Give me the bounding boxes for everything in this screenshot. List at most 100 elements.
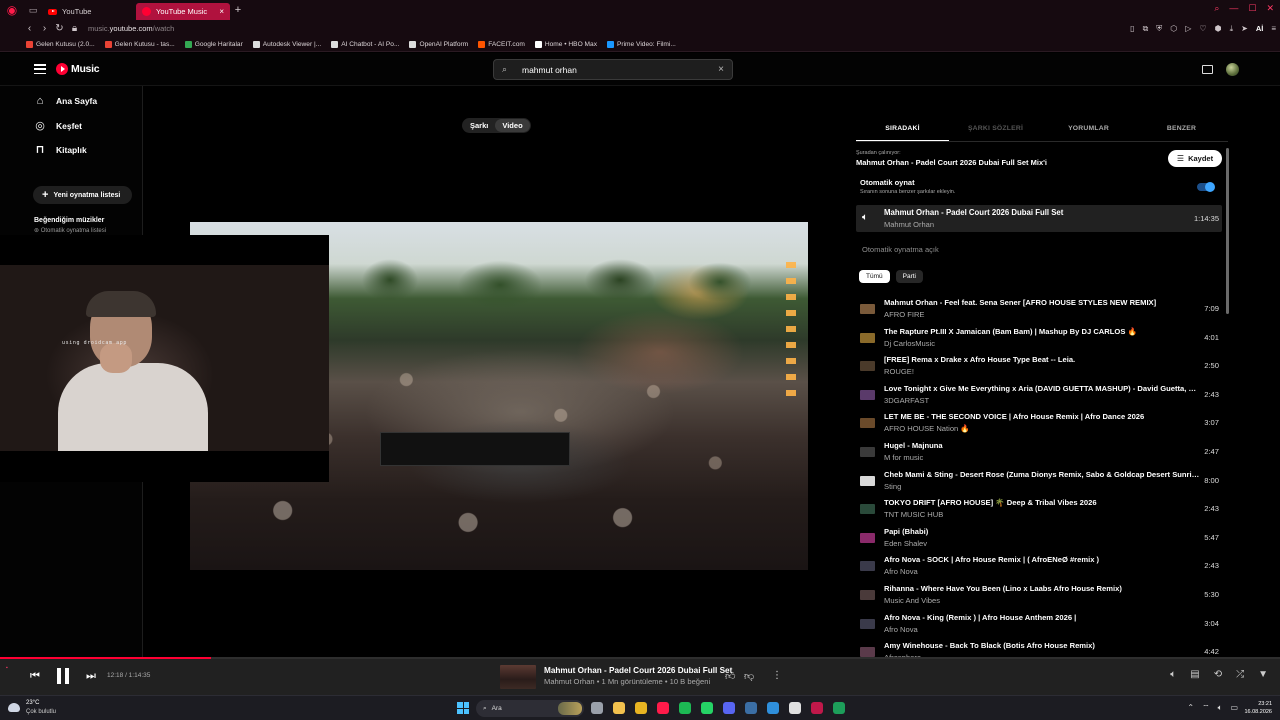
toggle-song[interactable]: Şarkı <box>463 119 495 132</box>
bookmark-item[interactable]: Home • HBO Max <box>534 40 597 48</box>
chrome-icon[interactable] <box>635 702 647 714</box>
reload-icon[interactable]: ↻ <box>52 23 67 34</box>
autoplay-toggle[interactable] <box>1197 181 1215 192</box>
queue-item[interactable]: Afro Nova - SOCK | Afro House Remix | ( … <box>856 553 1222 581</box>
windows-start-icon[interactable] <box>457 702 469 714</box>
spotify-icon[interactable] <box>679 702 691 714</box>
song-video-toggle[interactable]: Şarkı Video <box>462 118 531 133</box>
menu-icon[interactable]: ≡ <box>1271 24 1276 33</box>
tab-youtube-music[interactable]: YouTube Music × <box>136 3 230 20</box>
send-icon[interactable]: ➤ <box>1241 24 1248 33</box>
url-field[interactable]: music.youtube.com/watch <box>88 24 174 33</box>
heart-icon[interactable]: ♡ <box>1199 24 1206 33</box>
search-icon[interactable]: ⌕ <box>502 64 518 75</box>
bookmark-item[interactable]: Google Haritalar <box>184 40 243 48</box>
lock-icon[interactable]: 🔒︎ <box>67 23 82 34</box>
bookmark-item[interactable]: Gelen Kutusu - tas... <box>104 40 175 48</box>
save-button[interactable]: ☰ Kaydet <box>1168 150 1222 167</box>
maximize-icon[interactable]: ☐ <box>1248 3 1256 14</box>
toggle-video[interactable]: Video <box>495 119 530 132</box>
tab-up-next[interactable]: SIRADAKİ <box>856 118 949 141</box>
queue-item[interactable]: Amy Winehouse - Back To Black (Botis Afr… <box>856 639 1222 657</box>
tab-related[interactable]: BENZER <box>1135 118 1228 141</box>
close-tab-icon[interactable]: × <box>219 7 224 16</box>
battery-icon[interactable]: ▭ <box>1230 703 1238 713</box>
opera-logo-icon[interactable]: ◉ <box>0 0 24 20</box>
cast-icon[interactable] <box>1202 65 1213 74</box>
cube-icon[interactable]: ⬢ <box>1215 24 1222 33</box>
search-tabs-icon[interactable]: ⌕ <box>1214 3 1219 14</box>
liked-songs-title[interactable]: Beğendiğim müzikler <box>34 217 104 224</box>
chip-all[interactable]: Tümü <box>859 270 890 283</box>
bookmark-item[interactable]: Gelen Kutusu (2.0... <box>26 40 95 48</box>
minimize-icon[interactable]: — <box>1229 3 1238 14</box>
ai-button[interactable]: Aİ <box>1256 24 1264 33</box>
queue-item[interactable]: Cheb Mami & Sting - Desert Rose (Zuma Di… <box>856 468 1222 496</box>
thumbs-up-icon[interactable]: 👍︎ <box>725 670 735 682</box>
queue-item[interactable]: Mahmut Orhan - Feel feat. Sena Sener [AF… <box>856 296 1222 324</box>
queue-item[interactable]: Afro Nova - King (Remix ) | Afro House A… <box>856 611 1222 639</box>
queue-item[interactable]: LET ME BE - THE SECOND VOICE | Afro Hous… <box>856 410 1222 438</box>
back-icon[interactable]: ‹ <box>22 23 37 34</box>
ytm-logo[interactable]: Music <box>56 63 100 75</box>
file-explorer-icon[interactable] <box>613 702 625 714</box>
excel-icon[interactable] <box>833 702 845 714</box>
chip-party[interactable]: Parti <box>895 270 923 283</box>
queue-item[interactable]: The Rapture Pt.III X Jamaican (Bam Bam) … <box>856 325 1222 353</box>
avatar[interactable] <box>1226 63 1239 76</box>
cloud-icon[interactable] <box>8 703 20 712</box>
hamburger-menu-icon[interactable] <box>34 64 46 74</box>
current-track-thumbnail[interactable] <box>500 665 536 689</box>
shield-icon[interactable]: ⛨ <box>1156 24 1162 34</box>
taskbar-clock[interactable]: 23:21 16.08.2026 <box>1244 700 1272 716</box>
snapshot-icon[interactable]: ⧉ <box>1143 24 1149 34</box>
speaker-icon[interactable]: 🔈︎ <box>1218 703 1223 713</box>
previous-icon[interactable]: ⏮︎ <box>30 670 40 683</box>
thumbs-down-icon[interactable]: 👎︎ <box>744 670 754 682</box>
playing-from-title[interactable]: Mahmut Orhan - Padel Court 2026 Dubai Fu… <box>856 158 1047 167</box>
expand-player-icon[interactable]: ▼ <box>1258 669 1268 680</box>
shuffle-icon[interactable]: ⤮ <box>1236 669 1244 680</box>
next-icon[interactable]: ⏭︎ <box>86 670 96 683</box>
play-icon[interactable]: ▷ <box>1185 24 1191 33</box>
captions-icon[interactable]: ▤ <box>1190 669 1199 680</box>
extensions-icon[interactable]: ⬡ <box>1170 24 1177 33</box>
opera-icon[interactable] <box>657 702 669 714</box>
weather-temperature[interactable]: 23°C <box>26 700 39 706</box>
bookmark-item[interactable]: Prime Video: Filmi... <box>607 40 676 48</box>
queue-scrollbar[interactable] <box>1226 148 1229 314</box>
search-box[interactable]: ⌕ × <box>493 59 733 80</box>
repeat-icon[interactable]: ⟲ <box>1214 669 1222 680</box>
current-track-title[interactable]: Mahmut Orhan - Padel Court 2026 Dubai Fu… <box>544 666 732 675</box>
current-track-subtitle[interactable]: Mahmut Orhan • 1 Mn görüntüleme • 10 B b… <box>544 677 710 686</box>
new-tab-button[interactable]: + <box>230 4 246 16</box>
bookmark-item[interactable]: OpenAI Platform <box>409 40 468 48</box>
sidebar-item-library[interactable]: ⊓ Kitaplık <box>34 143 87 156</box>
steam-icon[interactable] <box>745 702 757 714</box>
tab-youtube[interactable]: YouTube <box>42 3 136 20</box>
bookmark-item[interactable]: FACEIT.com <box>478 40 525 48</box>
opera-gx-icon[interactable] <box>811 702 823 714</box>
pause-icon[interactable] <box>56 668 70 684</box>
wallet-icon[interactable]: ▯ <box>1130 24 1134 33</box>
search-input[interactable] <box>522 64 719 75</box>
download-icon[interactable]: ⤓ <box>1230 24 1234 34</box>
sidebar-item-home[interactable]: ⌂ Ana Sayfa <box>34 95 97 107</box>
whatsapp-icon[interactable] <box>701 702 713 714</box>
new-playlist-button[interactable]: + Yeni oynatma listesi <box>33 186 132 204</box>
tab-list-icon[interactable]: ▭ <box>24 0 42 20</box>
vscode-icon[interactable] <box>767 702 779 714</box>
clear-search-icon[interactable]: × <box>718 64 724 75</box>
forward-icon[interactable]: › <box>37 23 52 34</box>
queue-item[interactable]: Rihanna - Where Have You Been (Lino x La… <box>856 582 1222 610</box>
discord-icon[interactable] <box>723 702 735 714</box>
queue-item[interactable]: [FREE] Rema x Drake x Afro House Type Be… <box>856 353 1222 381</box>
close-window-icon[interactable]: ✕ <box>1266 3 1274 14</box>
queue-item[interactable]: Papi (Bhabi) Eden Shalev 5:47 <box>856 525 1222 553</box>
now-playing-item[interactable]: 🔈︎ Mahmut Orhan - Padel Court 2026 Dubai… <box>856 205 1222 232</box>
bookmark-item[interactable]: AI Chatbot - AI Po... <box>331 40 399 48</box>
tab-lyrics[interactable]: ŞARKI SÖZLERİ <box>949 118 1042 141</box>
queue-item[interactable]: Hugel - Majnuna M for music 2:47 <box>856 439 1222 467</box>
taskbar-search[interactable]: ⌕ Ara <box>476 700 584 717</box>
bookmark-item[interactable]: Autodesk Viewer |... <box>252 40 321 48</box>
